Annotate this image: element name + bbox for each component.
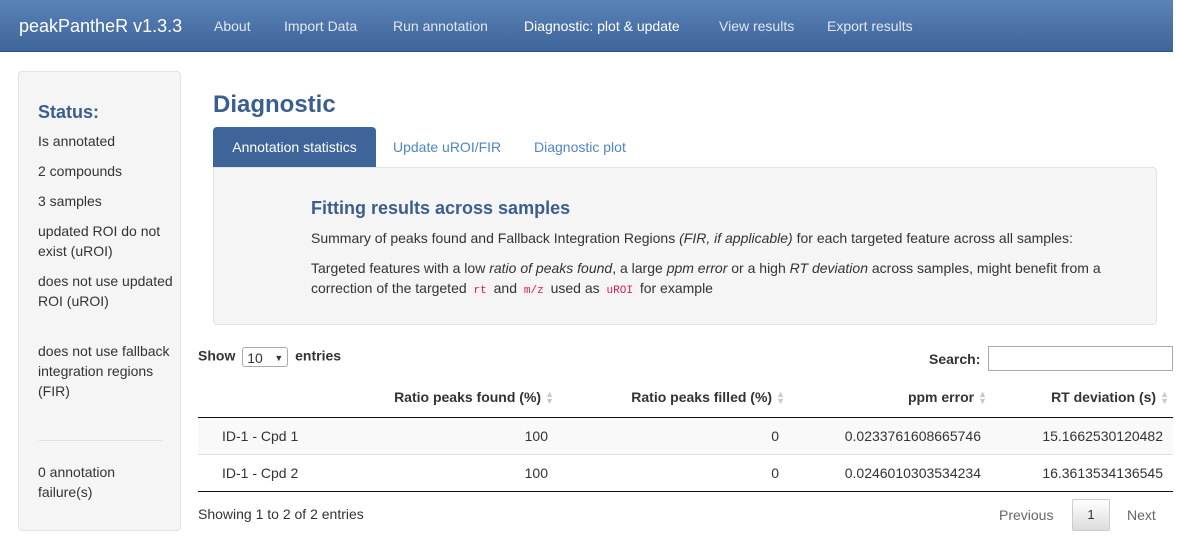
cell-ppm-error: 0.0233761608665746 — [844, 428, 981, 444]
status-uroi-use: does not use updated ROI (uROI) — [38, 273, 173, 309]
code-uroi: uROI — [603, 284, 636, 298]
nav-view-results[interactable]: View results — [719, 18, 794, 34]
nav-diagnostic[interactable]: Diagnostic: plot & update — [524, 18, 680, 34]
cell-ppm-error: 0.0246010303534234 — [844, 465, 981, 481]
top-navbar: peakPantheR v1.3.3 About Import Data Run… — [0, 0, 1173, 52]
table-info: Showing 1 to 2 of 2 entries — [198, 506, 364, 522]
entries-length-select[interactable]: 10 ▼ — [242, 347, 289, 367]
cell-compound: ID-1 - Cpd 1 — [222, 428, 299, 444]
col-ratio-peaks-filled[interactable]: Ratio peaks filled (%) ▲ ▼ — [631, 389, 785, 407]
cell-ratio-found: 100 — [524, 428, 548, 444]
length-control: Show 10 ▼ entries — [198, 347, 341, 367]
col-rt-deviation[interactable]: RT deviation (s) ▲ ▼ — [1051, 389, 1169, 407]
panel-title: Fitting results across samples — [311, 198, 571, 218]
show-label: Show — [198, 347, 236, 364]
status-failures: 0 annotation failure(s) — [38, 464, 116, 500]
table-row: ID-1 - Cpd 1 100 0 0.0233761608665746 15… — [198, 418, 1173, 455]
status-title: Status: — [38, 102, 100, 122]
tab-diagnostic-plot[interactable]: Diagnostic plot — [534, 127, 626, 167]
search-label: Search: — [929, 351, 981, 367]
cell-ratio-filled: 0 — [771, 465, 779, 481]
search-input[interactable] — [988, 346, 1173, 371]
chevron-down-icon: ▼ — [274, 353, 284, 363]
cell-ratio-found: 100 — [524, 465, 548, 481]
table-bottom-border — [198, 491, 1173, 492]
sort-icon: ▲ ▼ — [1160, 389, 1169, 407]
status-samples: 3 samples — [38, 193, 102, 209]
status-sidebar: Status: Is annotated 2 compounds 3 sampl… — [18, 71, 181, 531]
sort-icon: ▲ ▼ — [978, 389, 987, 407]
cell-ratio-filled: 0 — [771, 428, 779, 444]
col-ratio-peaks-found[interactable]: Ratio peaks found (%) ▲ ▼ — [394, 389, 554, 407]
panel-summary-text: Summary of peaks found and Fallback Inte… — [311, 230, 1073, 246]
tab-annotation-statistics[interactable]: Annotation statistics — [213, 127, 376, 167]
pagination-previous[interactable]: Previous — [999, 507, 1053, 523]
status-uroi-exist: updated ROI do not exist (uROI) — [38, 223, 161, 259]
cell-rt-deviation: 15.1662530120482 — [1042, 428, 1163, 444]
code-mz: m/z — [520, 284, 547, 298]
col-ppm-error[interactable]: ppm error ▲ ▼ — [908, 389, 987, 407]
nav-export-results[interactable]: Export results — [827, 18, 913, 34]
nav-about[interactable]: About — [214, 18, 251, 34]
sort-icon: ▲ ▼ — [776, 389, 785, 407]
cell-compound: ID-1 - Cpd 2 — [222, 465, 299, 481]
status-fir-use: does not use fallback integration region… — [38, 343, 170, 399]
tab-update-uroi-fir[interactable]: Update uROI/FIR — [393, 127, 501, 167]
fitting-results-panel: Fitting results across samples Summary o… — [213, 167, 1157, 325]
panel-advice-text: Targeted features with a low ratio of pe… — [311, 260, 1101, 298]
status-compounds: 2 compounds — [38, 163, 123, 179]
pagination-page-1[interactable]: 1 — [1072, 499, 1110, 531]
status-annotated: Is annotated — [38, 133, 116, 149]
nav-import-data[interactable]: Import Data — [284, 18, 357, 34]
cell-rt-deviation: 16.3613534136545 — [1042, 465, 1163, 481]
sidebar-divider — [38, 440, 163, 441]
app-brand[interactable]: peakPantheR v1.3.3 — [19, 16, 182, 37]
nav-run-annotation[interactable]: Run annotation — [393, 18, 488, 34]
entries-label: entries — [295, 347, 342, 364]
table-row: ID-1 - Cpd 2 100 0 0.0246010303534234 16… — [198, 455, 1173, 492]
pagination-next[interactable]: Next — [1127, 507, 1156, 523]
sort-icon: ▲ ▼ — [545, 389, 554, 407]
code-rt: rt — [470, 284, 490, 298]
page-title: Diagnostic — [213, 91, 336, 118]
